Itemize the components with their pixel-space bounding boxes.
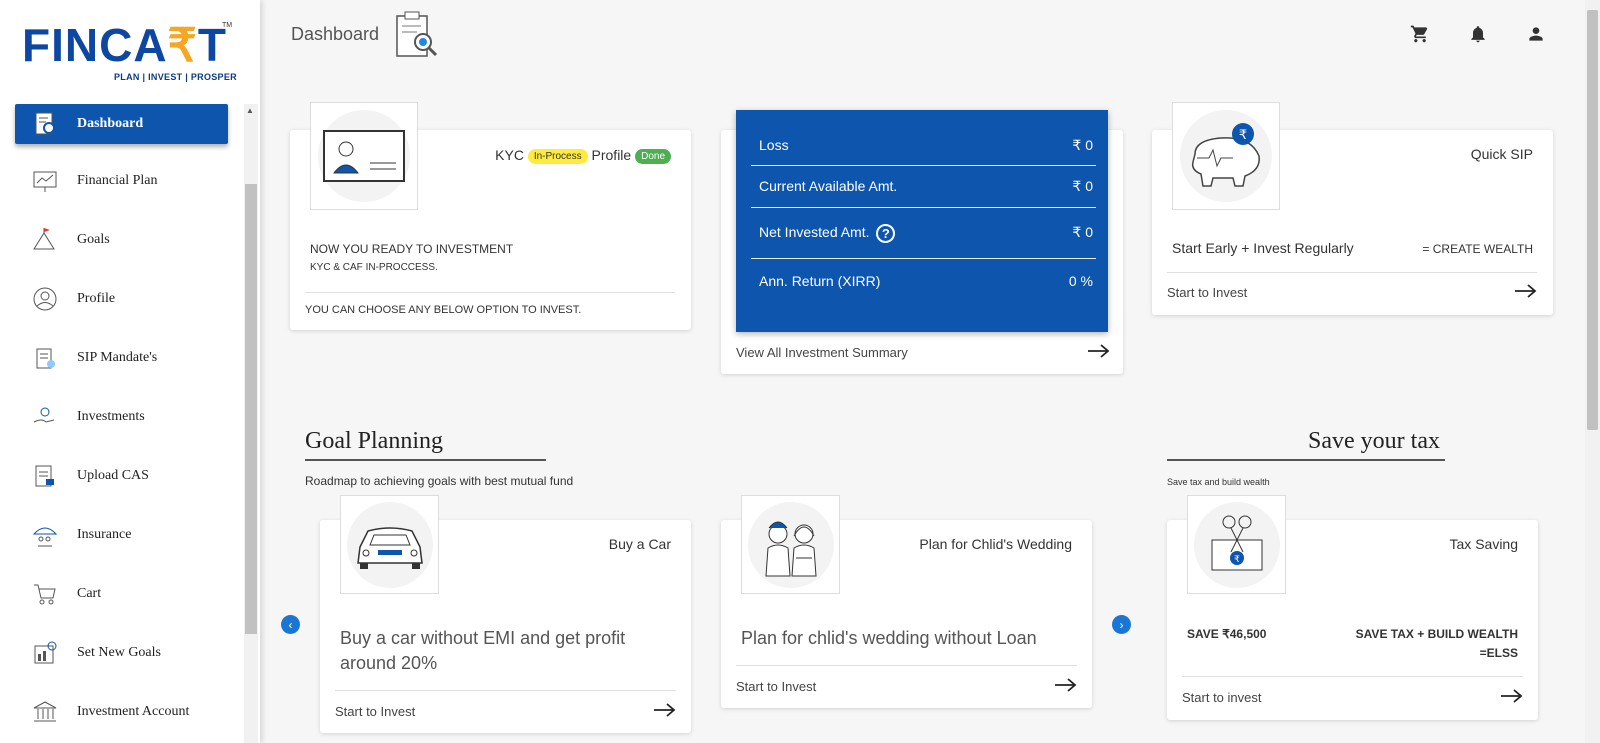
- header-actions: [1410, 24, 1546, 44]
- id-card-icon: [323, 130, 405, 182]
- kyc-thumbnail: [310, 102, 418, 210]
- summary-row-net-invested: Net Invested Amt. ? ₹ 0: [759, 224, 1093, 243]
- goal-card-text: Plan for chlid's wedding without Loan: [741, 628, 1037, 648]
- car-icon: [356, 526, 423, 569]
- kyc-message: NOW YOU READY TO INVESTMENT: [310, 242, 514, 256]
- quick-sip-tagline: Start Early + Invest Regularly: [1172, 240, 1354, 256]
- kyc-submessage: KYC & CAF IN-PROCCESS.: [310, 262, 438, 273]
- kyc-status-badge: In-Process: [527, 148, 588, 164]
- view-investment-summary-link[interactable]: View All Investment Summary: [736, 344, 1110, 361]
- tax-build-wealth: SAVE TAX + BUILD WEALTH: [1355, 627, 1518, 641]
- goal-card-start-link[interactable]: Start to Invest: [736, 678, 1077, 695]
- arrow-right-icon: [1515, 284, 1537, 301]
- arrow-right-icon: [1055, 678, 1077, 695]
- account-icon[interactable]: [1526, 24, 1546, 44]
- carousel-next-button[interactable]: ›: [1112, 615, 1131, 634]
- quick-sip-result: = CREATE WEALTH: [1422, 242, 1533, 256]
- hand-coins-icon: [29, 401, 61, 433]
- sidebar-item-financial-plan[interactable]: Financial Plan: [15, 161, 228, 201]
- arrow-right-icon: [1501, 689, 1523, 706]
- sidebar-item-upload-cas[interactable]: Upload CAS: [15, 456, 228, 496]
- kyc-label: KYC: [495, 147, 524, 163]
- cart-icon[interactable]: [1410, 24, 1430, 44]
- wedding-couple-icon: [764, 521, 817, 576]
- chart-board-icon: [29, 165, 61, 197]
- car-thumbnail: [340, 495, 439, 594]
- tax-elss: =ELSS: [1479, 646, 1518, 660]
- goal-card-title: Plan for Chlid's Wedding: [919, 536, 1072, 552]
- scroll-up-icon[interactable]: ▲: [246, 106, 254, 115]
- sidebar-item-sip-mandates[interactable]: SIP Mandate's: [15, 338, 228, 378]
- profile-status-badge: Done: [635, 148, 671, 164]
- goal-card-start-link[interactable]: Start to Invest: [335, 703, 676, 720]
- sidebar-scrollbar[interactable]: ▲: [244, 104, 258, 743]
- quick-sip-start-link[interactable]: Start to Invest: [1167, 284, 1537, 301]
- scissors-money-icon: ₹: [1211, 515, 1262, 570]
- summary-row-loss: Loss ₹ 0: [759, 137, 1093, 153]
- sidebar: FINCA₹T TM PLAN | INVEST | PROSPER Dashb…: [0, 0, 260, 743]
- tax-card-title: Tax Saving: [1449, 536, 1518, 552]
- svg-text:₹: ₹: [1234, 555, 1240, 565]
- save-tax-title: Save your tax: [1308, 428, 1440, 454]
- tax-save-amount: SAVE ₹46,500: [1187, 627, 1267, 641]
- sidebar-item-dashboard[interactable]: Dashboard: [15, 104, 228, 144]
- investment-summary-panel: Loss ₹ 0 Current Available Amt. ₹ 0 Net In…: [736, 110, 1108, 332]
- sidebar-item-profile[interactable]: Profile: [15, 279, 228, 319]
- quick-sip-thumbnail: ₹: [1172, 102, 1280, 210]
- page-title: Dashboard: [291, 24, 380, 44]
- sidebar-item-goals[interactable]: Goals: [15, 220, 228, 260]
- user-circle-icon: [29, 283, 61, 315]
- target-chart-icon: [29, 637, 61, 669]
- sidebar-scroll-thumb[interactable]: [245, 184, 257, 634]
- bank-icon: [29, 696, 61, 728]
- mountain-flag-icon: [29, 224, 61, 256]
- profile-label: Profile: [591, 147, 632, 163]
- bell-icon[interactable]: [1468, 24, 1488, 44]
- page-scroll-thumb[interactable]: [1587, 10, 1598, 430]
- fincart-logo[interactable]: FINCA₹T TM PLAN | INVEST | PROSPER: [22, 22, 237, 92]
- carousel-prev-button[interactable]: ‹: [281, 615, 300, 634]
- sidebar-item-insurance[interactable]: Insurance: [15, 515, 228, 555]
- page-scrollbar[interactable]: [1585, 0, 1600, 743]
- sidebar-item-investments[interactable]: Investments: [15, 397, 228, 437]
- goal-planning-subtitle: Roadmap to achieving goals with best mut…: [305, 474, 574, 488]
- dashboard-icon: [29, 108, 61, 140]
- goal-card-title: Buy a Car: [608, 536, 671, 552]
- arrow-right-icon: [1088, 344, 1110, 361]
- umbrella-family-icon: [29, 519, 61, 551]
- help-icon[interactable]: ?: [876, 224, 896, 243]
- summary-row-available: Current Available Amt. ₹ 0: [759, 178, 1093, 194]
- goal-card-text: Buy a car without EMI and get profit aro…: [340, 628, 626, 673]
- piggy-bank-icon: ₹: [1191, 123, 1260, 187]
- cart-icon: [29, 578, 61, 610]
- goal-planning-title: Goal Planning: [305, 428, 443, 454]
- quick-sip-title: Quick SIP: [1470, 146, 1533, 162]
- dashboard-report-icon: [393, 10, 441, 65]
- sidebar-nav: Dashboard Financial Plan Goals Profile S…: [0, 104, 242, 743]
- sidebar-item-set-new-goals[interactable]: Set New Goals: [15, 633, 228, 673]
- sidebar-item-cart[interactable]: Cart: [15, 574, 228, 614]
- chevron-right-icon: ›: [1119, 617, 1124, 632]
- svg-text:₹: ₹: [1239, 128, 1247, 143]
- chevron-left-icon: ‹: [288, 617, 293, 632]
- tax-start-link[interactable]: Start to invest: [1182, 689, 1523, 706]
- sidebar-item-investment-account[interactable]: Investment Account: [15, 692, 228, 732]
- save-tax-subtitle: Save tax and build wealth: [1167, 477, 1270, 487]
- kyc-instructions: YOU CAN CHOOSE ANY BELOW OPTION TO INVES…: [305, 304, 582, 316]
- wedding-thumbnail: [741, 495, 840, 594]
- tax-thumbnail: ₹: [1187, 495, 1286, 594]
- summary-row-xirr: Ann. Return (XIRR) 0 %: [759, 273, 1093, 289]
- arrow-right-icon: [654, 703, 676, 720]
- clipboard-check-icon: [29, 342, 61, 374]
- document-upload-icon: [29, 460, 61, 492]
